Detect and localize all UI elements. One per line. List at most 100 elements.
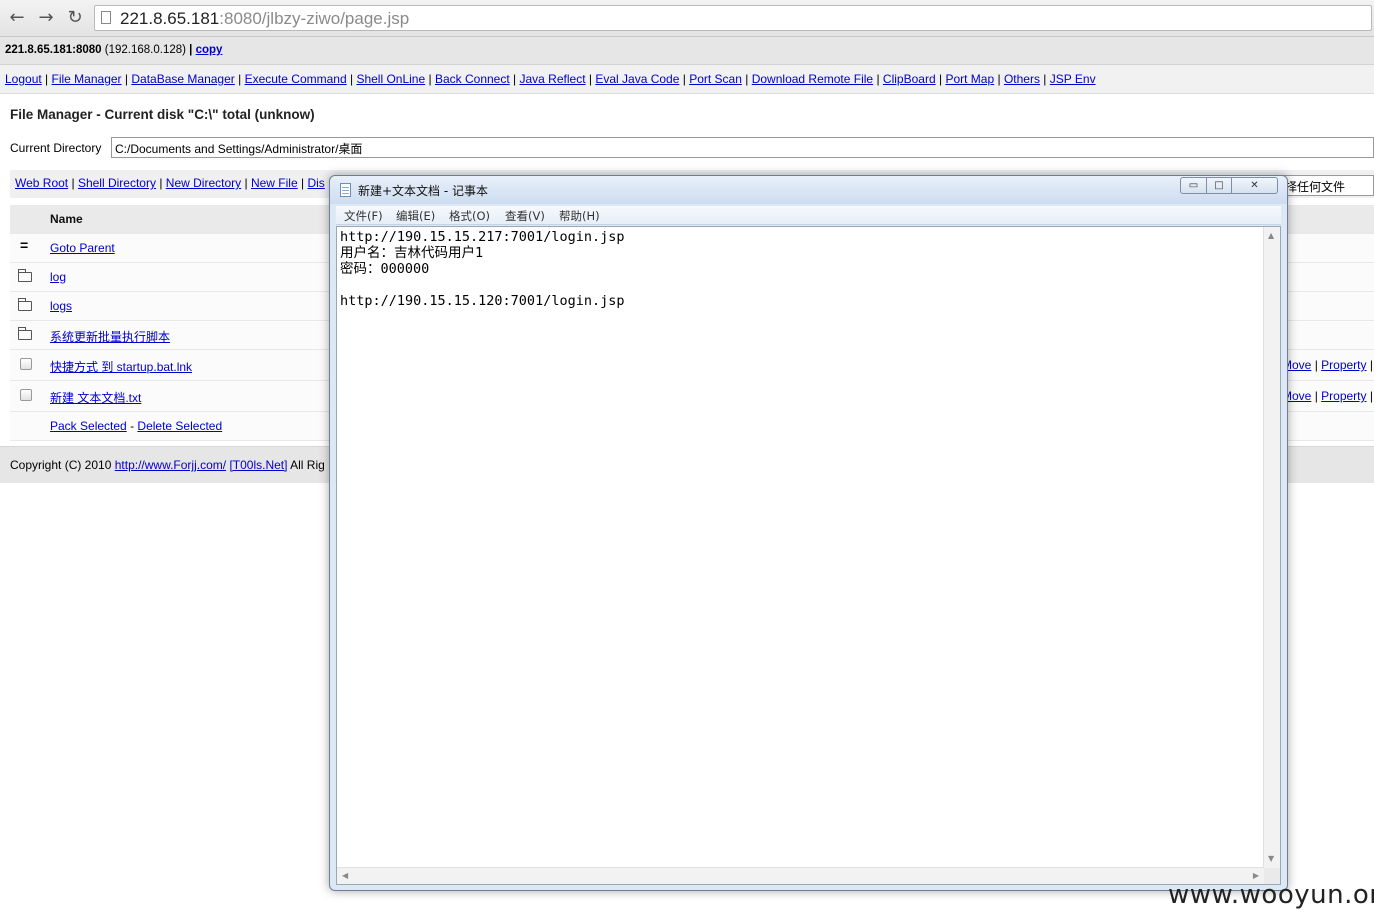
scroll-down-icon[interactable]: ▼ (1268, 855, 1274, 863)
page-icon (101, 11, 111, 24)
folder-link[interactable]: 系统更新批量执行脚本 (50, 328, 170, 345)
scroll-right-icon[interactable]: ▶ (1253, 872, 1259, 880)
host-local-ip: (192.168.0.128) (104, 44, 186, 56)
minimize-icon[interactable]: ▭ (1180, 177, 1207, 194)
maximize-icon[interactable]: □ (1206, 177, 1232, 194)
nav-jsp-env[interactable]: JSP Env (1050, 72, 1096, 86)
new-file-link[interactable]: New File (251, 176, 298, 190)
main-nav: Logout | File Manager | DataBase Manager… (0, 65, 1374, 94)
upload-file-input[interactable]: 择任何文件 (1281, 175, 1374, 196)
current-directory-label: Current Directory (10, 141, 102, 155)
property-link[interactable]: Property (1321, 389, 1366, 403)
toolbar-separator: | (71, 176, 75, 190)
nav-separator: | (513, 72, 517, 86)
delete-selected-link[interactable]: Delete Selected (137, 419, 222, 433)
address-bar[interactable]: 221.8.65.181:8080/jlbzy-ziwo/page.jsp (94, 5, 1372, 31)
forward-icon[interactable]: → (35, 7, 57, 29)
disk-link[interactable]: Dis (307, 176, 324, 190)
column-name-header: Name (50, 212, 83, 226)
nav-database-manager[interactable]: DataBase Manager (131, 72, 234, 86)
footer-suffix: All Rig (290, 458, 325, 472)
action-separator: | (1369, 389, 1373, 403)
web-root-link[interactable]: Web Root (15, 176, 68, 190)
nav-separator: | (124, 72, 129, 86)
nav-separator: | (745, 72, 749, 86)
new-directory-link[interactable]: New Directory (166, 176, 241, 190)
file-link[interactable]: 新建 文本文档.txt (50, 389, 141, 406)
folder-icon (18, 269, 34, 285)
menu-format[interactable]: 格式(O) (449, 208, 490, 224)
file-checkbox[interactable] (18, 387, 34, 403)
close-icon[interactable]: ✕ (1231, 177, 1278, 194)
url-path: :8080/jlbzy-ziwo/page.jsp (219, 9, 410, 28)
pack-selected-link[interactable]: Pack Selected (50, 419, 127, 433)
nav-clipboard[interactable]: ClipBoard (883, 72, 936, 86)
nav-java-reflect[interactable]: Java Reflect (520, 72, 586, 86)
nav-others[interactable]: Others (1004, 72, 1040, 86)
nav-separator: | (682, 72, 686, 86)
back-icon[interactable]: ← (6, 7, 28, 29)
vertical-scrollbar[interactable]: ▲ ▼ (1263, 227, 1280, 868)
notepad-window[interactable]: 新建+文本文档 - 记事本 ▭ □ ✕ 文件(F) 编辑(E) 格式(O) 查看… (329, 175, 1288, 891)
action-separator: | (1314, 389, 1318, 403)
menu-edit[interactable]: 编辑(E) (396, 208, 435, 224)
copy-link[interactable]: copy (196, 44, 223, 56)
scroll-left-icon[interactable]: ◀ (342, 872, 348, 880)
menu-file[interactable]: 文件(F) (344, 208, 383, 224)
nav-shell-online[interactable]: Shell OnLine (356, 72, 425, 86)
footer-prefix: Copyright (C) 2010 (10, 458, 112, 472)
property-link[interactable]: Property (1321, 358, 1366, 372)
browser-toolbar: ← → ↻ 221.8.65.181:8080/jlbzy-ziwo/page.… (0, 0, 1374, 37)
url-text[interactable]: 221.8.65.181:8080/jlbzy-ziwo/page.jsp (120, 9, 409, 29)
footer-link-forjj[interactable]: http://www.Forjj.com/ (115, 458, 226, 472)
nav-separator: | (938, 72, 943, 86)
notepad-title: 新建+文本文档 - 记事本 (358, 184, 489, 198)
file-link[interactable]: 快捷方式 到 startup.bat.lnk (50, 358, 192, 375)
scroll-up-icon[interactable]: ▲ (1268, 232, 1274, 240)
nav-separator: | (588, 72, 592, 86)
goto-parent-link[interactable]: Goto Parent (50, 241, 115, 255)
parent-icon: = (20, 237, 29, 253)
footer-link-t00ls[interactable]: [T00ls.Net] (229, 458, 287, 472)
host-separator: | (189, 44, 193, 56)
nav-separator: | (1043, 72, 1047, 86)
nav-separator: | (876, 72, 880, 86)
horizontal-scrollbar[interactable]: ◀ ▶ (337, 867, 1264, 884)
folder-icon (18, 298, 34, 314)
nav-separator: | (238, 72, 242, 86)
notepad-edit-area[interactable]: http://190.15.15.217:7001/login.jsp 用户名：… (336, 226, 1281, 885)
shell-directory-link[interactable]: Shell Directory (78, 176, 156, 190)
nav-separator: | (997, 72, 1001, 86)
watermark: www.wooyun.org (1168, 880, 1374, 910)
reload-icon[interactable]: ↻ (64, 7, 86, 29)
toolbar-separator: | (244, 176, 248, 190)
notepad-icon (340, 183, 351, 197)
nav-separator: | (428, 72, 432, 86)
action-separator: | (1314, 358, 1318, 372)
bulk-separator: - (130, 419, 135, 433)
nav-download-remote-file[interactable]: Download Remote File (752, 72, 873, 86)
folder-icon (18, 327, 34, 343)
toolbar-separator: | (159, 176, 163, 190)
notepad-titlebar[interactable]: 新建+文本文档 - 记事本 ▭ □ ✕ (330, 176, 1287, 204)
nav-port-scan[interactable]: Port Scan (689, 72, 742, 86)
current-directory-input[interactable]: C:/Documents and Settings/Administrator/… (111, 137, 1374, 158)
bulk-actions: Pack Selected - Delete Selected (50, 419, 222, 433)
file-checkbox[interactable] (18, 356, 34, 372)
nav-back-connect[interactable]: Back Connect (435, 72, 510, 86)
nav-eval-java-code[interactable]: Eval Java Code (595, 72, 679, 86)
nav-separator: | (45, 72, 49, 86)
file-actions: Move | Property | (1282, 358, 1373, 372)
nav-execute-command[interactable]: Execute Command (245, 72, 347, 86)
notepad-content[interactable]: http://190.15.15.217:7001/login.jsp 用户名：… (340, 229, 1260, 309)
nav-file-manager[interactable]: File Manager (52, 72, 122, 86)
menu-view[interactable]: 查看(V) (505, 208, 545, 224)
nav-port-map[interactable]: Port Map (945, 72, 994, 86)
folder-link[interactable]: logs (50, 299, 72, 313)
folder-link[interactable]: log (50, 270, 66, 284)
toolbar-separator: | (301, 176, 305, 190)
menu-help[interactable]: 帮助(H) (559, 208, 600, 224)
notepad-menubar: 文件(F) 编辑(E) 格式(O) 查看(V) 帮助(H) (336, 206, 1281, 225)
host-address: 221.8.65.181:8080 (5, 44, 102, 56)
nav-logout[interactable]: Logout (5, 72, 42, 86)
